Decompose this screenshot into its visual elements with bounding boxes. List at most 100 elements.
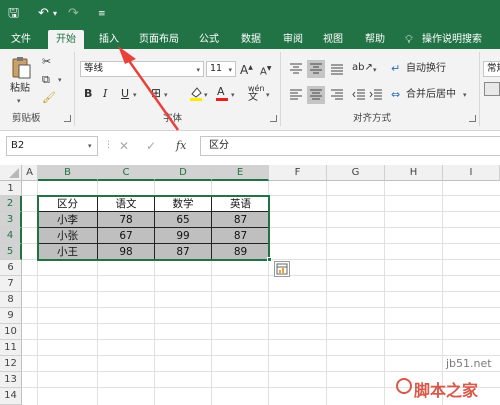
formula-input[interactable]: 区分	[200, 136, 500, 156]
borders-icon[interactable]: ⊞	[151, 86, 161, 100]
tab-home[interactable]: 开始	[48, 30, 84, 49]
tab-page-layout[interactable]: 页面布局	[134, 30, 184, 49]
tab-review[interactable]: 审阅	[278, 30, 308, 49]
clipboard-launcher-icon[interactable]	[64, 115, 71, 122]
paste-dropdown-icon[interactable]: ▾	[17, 97, 21, 105]
row-header[interactable]: 10	[0, 324, 22, 340]
fill-handle[interactable]	[267, 257, 272, 262]
redo-icon[interactable]: ↷	[68, 5, 79, 23]
enter-icon[interactable]: ✓	[146, 139, 156, 153]
font-launcher-icon[interactable]	[270, 115, 277, 122]
row-header[interactable]: 1	[0, 181, 22, 196]
merge-dropdown-icon[interactable]: ▾	[463, 91, 467, 99]
column-header[interactable]: F	[269, 165, 327, 181]
font-group-label: 字体	[163, 113, 183, 124]
tab-view[interactable]: 视图	[318, 30, 348, 49]
tab-insert[interactable]: 插入	[94, 30, 124, 49]
customize-icon[interactable]: ≡	[98, 5, 106, 23]
increase-indent-icon[interactable]	[369, 89, 383, 104]
name-box-dropdown-icon[interactable]: ▾	[88, 142, 92, 150]
merge-center-icon[interactable]: ⇔	[391, 88, 400, 102]
font-color-dropdown-icon[interactable]: ▾	[231, 91, 235, 99]
grow-font-icon[interactable]: A▲	[240, 61, 253, 77]
number-format-combo[interactable]: 常规	[483, 61, 500, 77]
resize-handle-icon[interactable]: ⋮	[104, 140, 113, 150]
align-right-icon[interactable]	[330, 89, 344, 104]
undo-icon[interactable]: ↶	[38, 5, 49, 23]
tab-file[interactable]: 文件	[6, 30, 36, 49]
column-header[interactable]: A	[22, 165, 38, 181]
row-header[interactable]: 9	[0, 308, 22, 324]
font-size-combo[interactable]: 11 ▾	[206, 61, 236, 77]
tab-formulas[interactable]: 公式	[194, 30, 224, 49]
row-header[interactable]: 11	[0, 340, 22, 356]
fill-color-icon[interactable]	[189, 86, 203, 101]
format-painter-icon[interactable]: 🖌︎	[42, 91, 56, 105]
merge-center-button[interactable]: 合并后居中	[406, 88, 456, 102]
phonetic-dropdown-icon[interactable]: ▾	[266, 91, 270, 99]
row-header[interactable]: 6	[0, 260, 22, 276]
italic-button[interactable]: I	[103, 87, 107, 101]
tell-me-search[interactable]: 操作说明搜索	[422, 30, 500, 49]
bold-button[interactable]: B	[84, 87, 92, 101]
font-name-combo[interactable]: 等线 ▾	[80, 61, 204, 77]
currency-format-icon[interactable]	[484, 82, 500, 96]
grid-line	[22, 275, 500, 276]
row-header[interactable]: 14	[0, 388, 22, 405]
fill-color-dropdown-icon[interactable]: ▾	[204, 91, 208, 99]
name-box[interactable]: B2	[6, 136, 98, 156]
chevron-down-icon[interactable]: ▾	[196, 63, 200, 77]
shrink-font-icon[interactable]: A▼	[260, 62, 271, 79]
paste-icon[interactable]	[10, 56, 32, 80]
row-header[interactable]: 5	[0, 244, 22, 260]
grid-line	[22, 355, 500, 356]
decrease-indent-icon[interactable]	[352, 89, 366, 104]
row-header[interactable]: 12	[0, 356, 22, 372]
paste-button[interactable]: 粘贴	[10, 82, 30, 96]
align-middle-icon[interactable]	[307, 60, 325, 78]
tab-help[interactable]: 帮助	[360, 30, 390, 49]
copy-icon[interactable]: ⧉	[42, 73, 50, 87]
align-top-icon[interactable]	[289, 63, 303, 78]
align-bottom-icon[interactable]	[330, 63, 344, 78]
underline-dropdown-icon[interactable]: ▾	[133, 91, 137, 99]
row-header[interactable]: 7	[0, 276, 22, 292]
undo-dropdown-icon[interactable]: ▾	[53, 5, 57, 23]
row-header[interactable]: 4	[0, 228, 22, 244]
wrap-text-icon[interactable]: ↵	[391, 62, 400, 76]
watermark-name: 脚本之家	[414, 381, 479, 400]
underline-button[interactable]: U	[121, 87, 129, 101]
tab-data[interactable]: 数据	[236, 30, 266, 49]
align-left-icon[interactable]	[289, 89, 303, 104]
column-header[interactable]: C	[98, 165, 155, 181]
column-header[interactable]: G	[327, 165, 385, 181]
phonetic-guide-icon[interactable]: wén 文	[248, 84, 265, 103]
row-header[interactable]: 2	[0, 196, 22, 212]
column-header[interactable]: D	[155, 165, 212, 181]
cut-icon[interactable]: ✂	[42, 55, 51, 69]
borders-dropdown-icon[interactable]: ▾	[164, 91, 168, 99]
font-color-icon[interactable]: A	[215, 85, 229, 101]
row-header[interactable]: 13	[0, 372, 22, 388]
column-header[interactable]: I	[443, 165, 500, 181]
column-header[interactable]: E	[212, 165, 269, 181]
column-header[interactable]: H	[385, 165, 443, 181]
quick-analysis-icon[interactable]	[274, 261, 290, 277]
chevron-down-icon[interactable]: ▾	[228, 63, 232, 77]
save-icon[interactable]: 🖫	[8, 5, 19, 23]
wrap-text-button[interactable]: 自动换行	[406, 62, 446, 76]
orientation-icon[interactable]: ab↗	[352, 61, 373, 75]
cancel-icon[interactable]: ✕	[119, 139, 129, 153]
row-header[interactable]: 8	[0, 292, 22, 308]
copy-dropdown-icon[interactable]: ▾	[58, 76, 62, 84]
excel-window: { "qat": {"save_icon":"floppy-icon","und…	[0, 0, 500, 405]
row-header[interactable]: 3	[0, 212, 22, 228]
lightbulb-icon: 💡︎	[405, 33, 413, 46]
align-center-icon[interactable]	[307, 86, 325, 104]
select-all-corner[interactable]	[0, 165, 22, 181]
insert-function-icon[interactable]: fx	[176, 139, 186, 152]
column-header[interactable]: B	[38, 165, 98, 181]
orientation-dropdown-icon[interactable]: ▾	[373, 66, 377, 74]
group-divider	[280, 52, 281, 126]
alignment-launcher-icon[interactable]	[469, 115, 476, 122]
